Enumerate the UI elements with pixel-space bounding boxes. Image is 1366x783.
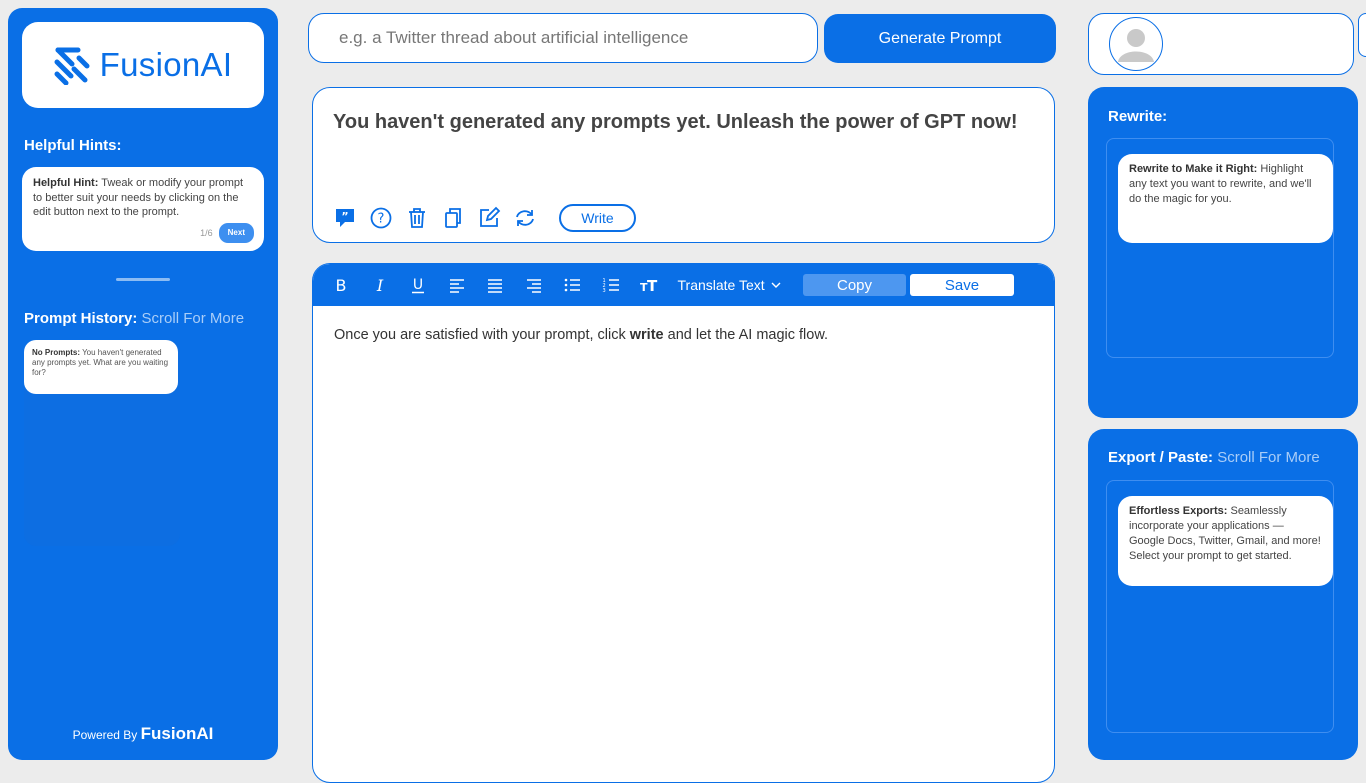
prompt-message: You haven't generated any prompts yet. U… xyxy=(333,111,1018,133)
prompt-history-label: Prompt History: xyxy=(24,310,138,327)
translate-dropdown[interactable]: Translate Text xyxy=(678,277,806,293)
rewrite-card-label: Rewrite to Make it Right: xyxy=(1129,163,1258,175)
rewrite-area[interactable]: Rewrite to Make it Right: Highlight any … xyxy=(1106,138,1334,358)
align-justify-icon[interactable] xyxy=(483,273,507,297)
bold-icon[interactable]: B xyxy=(329,273,353,297)
powered-by-brand: FusionAI xyxy=(140,724,214,743)
editor-text-bold: write xyxy=(629,327,664,343)
editor-toolbar: B I U 123 TT Translate Text Copy Save xyxy=(313,264,1054,306)
left-sidebar: FusionAI Helpful Hints: Helpful Hint: Tw… xyxy=(8,8,278,760)
bullet-list-icon[interactable] xyxy=(560,273,584,297)
text-editor: B I U 123 TT Translate Text Copy Save On… xyxy=(312,263,1055,783)
underline-icon[interactable]: U xyxy=(406,273,430,297)
user-avatar-icon xyxy=(1118,29,1154,62)
save-button[interactable]: Save xyxy=(910,274,1014,296)
generate-prompt-button[interactable]: Generate Prompt xyxy=(824,14,1056,63)
rewrite-title: Rewrite: xyxy=(1108,108,1168,125)
svg-text:T: T xyxy=(647,277,658,294)
export-title-label: Export / Paste: xyxy=(1108,449,1214,466)
svg-text:3: 3 xyxy=(602,288,605,294)
write-button[interactable]: Write xyxy=(559,204,636,232)
export-scroll-hint: Scroll For More xyxy=(1217,449,1320,466)
powered-by: Powered By FusionAI xyxy=(8,724,278,744)
prompt-history-scroll-hint: Scroll For More xyxy=(141,310,245,327)
next-hint-button[interactable]: Next xyxy=(218,222,254,243)
svg-text:”: ” xyxy=(341,210,348,223)
history-empty-card: No Prompts: You haven't generated any pr… xyxy=(24,340,178,394)
export-panel: Export / Paste: Scroll For More Effortle… xyxy=(1088,429,1358,760)
logo-text: FusionAI xyxy=(99,46,233,83)
powered-by-label: Powered By xyxy=(72,728,138,742)
logo[interactable]: FusionAI xyxy=(22,22,264,108)
user-profile-card[interactable] xyxy=(1088,13,1354,75)
prompt-actions: ” ? Write xyxy=(333,204,636,232)
svg-text:U: U xyxy=(413,277,423,293)
copy-button[interactable]: Copy xyxy=(803,274,906,296)
hint-card: Helpful Hint: Tweak or modify your promp… xyxy=(22,167,264,251)
prompt-history-title: Prompt History: Scroll For More xyxy=(24,310,244,327)
export-area[interactable]: Effortless Exports: Seamlessly incorpora… xyxy=(1106,480,1334,733)
align-left-icon[interactable] xyxy=(445,273,469,297)
hint-label: Helpful Hint: xyxy=(33,177,99,189)
sidebar-divider xyxy=(116,278,170,281)
text-size-icon[interactable]: TT xyxy=(637,273,661,297)
export-title: Export / Paste: Scroll For More xyxy=(1108,449,1320,466)
align-right-icon[interactable] xyxy=(522,273,546,297)
svg-text:?: ? xyxy=(378,212,385,227)
help-icon[interactable]: ? xyxy=(369,206,393,230)
numbered-list-icon[interactable]: 123 xyxy=(599,273,623,297)
chevron-down-icon xyxy=(771,282,781,288)
copy-icon[interactable] xyxy=(441,206,465,230)
quote-icon[interactable]: ” xyxy=(333,206,357,230)
fusionai-logo-icon xyxy=(54,47,90,85)
translate-label: Translate Text xyxy=(677,277,765,293)
svg-text:I: I xyxy=(375,276,383,294)
trash-icon[interactable] xyxy=(405,206,429,230)
prompt-panel: You haven't generated any prompts yet. U… xyxy=(312,87,1055,243)
svg-text:B: B xyxy=(336,276,347,294)
edit-icon[interactable] xyxy=(477,206,501,230)
header-extra-button[interactable] xyxy=(1358,13,1366,57)
editor-text-end: and let the AI magic flow. xyxy=(663,327,829,343)
helpful-hints-title: Helpful Hints: xyxy=(24,137,122,154)
export-card-label: Effortless Exports: xyxy=(1129,505,1228,517)
italic-icon[interactable]: I xyxy=(368,273,392,297)
prompt-history-list[interactable]: No Prompts: You haven't generated any pr… xyxy=(24,340,180,546)
history-empty-label: No Prompts: xyxy=(32,348,80,357)
editor-content[interactable]: Once you are satisfied with your prompt,… xyxy=(334,327,828,343)
refresh-icon[interactable] xyxy=(513,206,537,230)
editor-text-start: Once you are satisfied with your prompt,… xyxy=(334,327,630,343)
rewrite-panel: Rewrite: Rewrite to Make it Right: Highl… xyxy=(1088,87,1358,418)
prompt-topic-input[interactable]: e.g. a Twitter thread about artificial i… xyxy=(308,13,818,63)
rewrite-card: Rewrite to Make it Right: Highlight any … xyxy=(1118,154,1333,243)
avatar[interactable] xyxy=(1109,17,1163,71)
export-card: Effortless Exports: Seamlessly incorpora… xyxy=(1118,496,1333,586)
hint-counter: 1/6 xyxy=(200,227,213,238)
